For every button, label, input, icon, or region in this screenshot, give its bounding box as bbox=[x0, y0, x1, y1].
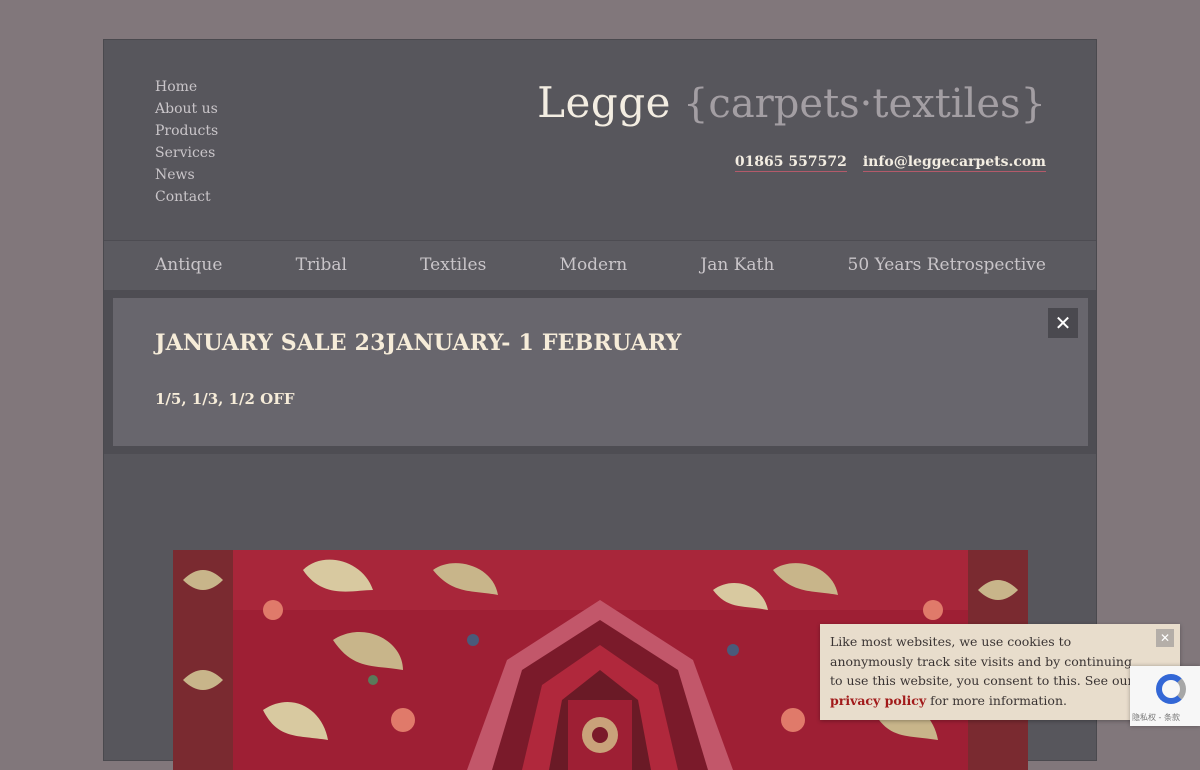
brand-tagline: {carpets·textiles} bbox=[682, 81, 1046, 127]
contact-info: 01865 557572 info@leggecarpets.com bbox=[734, 154, 1046, 172]
brand-name: Legge bbox=[537, 78, 671, 127]
phone-link[interactable]: 01865 557572 bbox=[734, 154, 847, 172]
privacy-policy-link[interactable]: privacy policy bbox=[830, 693, 926, 708]
sale-discounts: 1/5, 1/3, 1/2 OFF bbox=[155, 390, 295, 408]
close-icon[interactable]: ✕ bbox=[1156, 629, 1174, 647]
nav-item-services[interactable]: Services bbox=[155, 142, 218, 164]
cookie-text: Like most websites, we use cookies to an… bbox=[830, 634, 1134, 708]
site-header: Home About us Products Services News Con… bbox=[104, 40, 1096, 240]
nav-item-home[interactable]: Home bbox=[155, 76, 218, 98]
category-textiles[interactable]: Textiles bbox=[420, 241, 486, 289]
category-tribal[interactable]: Tribal bbox=[296, 241, 347, 289]
category-nav: Antique Tribal Textiles Modern Jan Kath … bbox=[104, 240, 1096, 291]
close-icon[interactable]: ✕ bbox=[1048, 308, 1078, 338]
sale-banner: JANUARY SALE 23JANUARY- 1 FEBRUARY 1/5, … bbox=[113, 298, 1088, 446]
recaptcha-icon bbox=[1156, 674, 1186, 704]
category-antique[interactable]: Antique bbox=[155, 241, 222, 289]
recaptcha-badge[interactable]: 隐私权 - 条款 bbox=[1130, 666, 1200, 726]
recaptcha-text: 隐私权 - 条款 bbox=[1132, 713, 1180, 722]
cookie-notice: Like most websites, we use cookies to an… bbox=[820, 624, 1180, 720]
top-nav: Home About us Products Services News Con… bbox=[155, 76, 218, 208]
nav-item-about[interactable]: About us bbox=[155, 98, 218, 120]
sale-banner-wrap: JANUARY SALE 23JANUARY- 1 FEBRUARY 1/5, … bbox=[104, 290, 1096, 454]
nav-item-products[interactable]: Products bbox=[155, 120, 218, 142]
site-logo[interactable]: Legge {carpets·textiles} bbox=[537, 78, 1046, 127]
email-link[interactable]: info@leggecarpets.com bbox=[862, 154, 1046, 172]
nav-item-contact[interactable]: Contact bbox=[155, 186, 218, 208]
category-50-years[interactable]: 50 Years Retrospective bbox=[848, 241, 1046, 289]
category-jan-kath[interactable]: Jan Kath bbox=[700, 241, 774, 289]
nav-item-news[interactable]: News bbox=[155, 164, 218, 186]
sale-title: JANUARY SALE 23JANUARY- 1 FEBRUARY bbox=[155, 330, 682, 356]
category-modern[interactable]: Modern bbox=[560, 241, 628, 289]
